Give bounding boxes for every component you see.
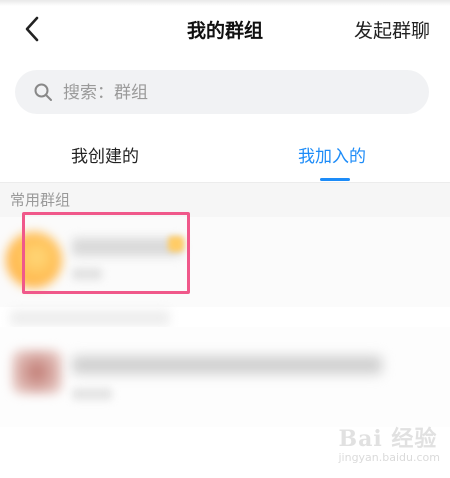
- group-row[interactable]: [0, 327, 450, 427]
- active-tab-indicator: [320, 178, 350, 181]
- blurred-section-label: [10, 310, 170, 326]
- search-icon: [34, 83, 52, 101]
- tab-created[interactable]: 我创建的: [71, 142, 139, 167]
- tab-bar: 我创建的 我加入的: [0, 132, 450, 183]
- blurred-group-subtitle: [72, 388, 112, 400]
- section-label: 常用群组: [10, 191, 71, 209]
- blurred-group-name: [72, 356, 382, 374]
- tab-joined[interactable]: 我加入的: [298, 142, 366, 167]
- watermark: Bai 经验 jingyan.baidu.com: [338, 421, 440, 464]
- navigation-bar: 我的群组 发起群聊: [0, 0, 450, 60]
- search-input[interactable]: [61, 70, 405, 116]
- group-avatar: [12, 350, 62, 394]
- highlight-box: [22, 212, 190, 294]
- search-bar[interactable]: [15, 70, 429, 116]
- watermark-url: jingyan.baidu.com: [338, 451, 440, 464]
- start-group-chat-button[interactable]: 发起群聊: [354, 16, 430, 43]
- watermark-brand: Bai 经验: [338, 426, 438, 452]
